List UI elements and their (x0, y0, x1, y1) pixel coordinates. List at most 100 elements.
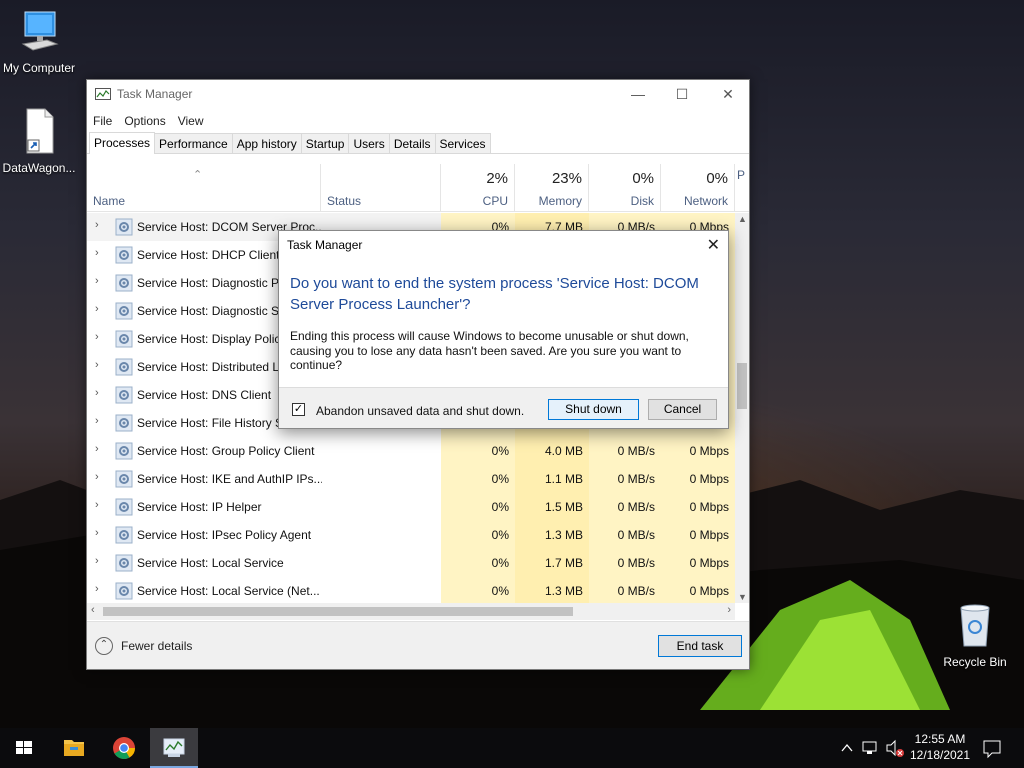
service-gear-icon (115, 442, 133, 460)
horizontal-scrollbar[interactable]: ‹ › (87, 603, 735, 620)
column-header-network[interactable]: 0% Network (661, 164, 735, 212)
table-row[interactable]: › Service Host: Local Service (Net... 0% 1.… (87, 577, 735, 603)
windows-logo-icon (16, 741, 32, 754)
scroll-left-icon[interactable]: ‹ (91, 604, 95, 616)
dialog-message: Ending this process will cause Windows t… (290, 329, 689, 372)
table-row[interactable]: › Service Host: Local Service 0% 1.7 MB 0 MB… (87, 549, 735, 577)
expand-chevron-icon[interactable]: › (95, 219, 99, 231)
column-header-status[interactable]: Status (321, 164, 441, 212)
folder-icon (64, 740, 84, 756)
service-gear-icon (115, 526, 133, 544)
chevron-up-icon (841, 743, 853, 752)
task-manager-taskbar-button[interactable] (150, 728, 198, 768)
desktop-icon-my-computer[interactable]: My Computer (0, 10, 81, 75)
service-gear-icon (115, 414, 133, 432)
tab-app-history[interactable]: App history (231, 133, 302, 153)
process-name: Service Host: IPsec Policy Agent (137, 528, 312, 542)
expand-chevron-icon[interactable]: › (95, 499, 99, 511)
system-clock[interactable]: 12:55 AM 12/18/2021 (905, 731, 975, 763)
tab-processes[interactable]: Processes (89, 132, 156, 154)
notifications-button[interactable] (980, 728, 1004, 768)
tab-details[interactable]: Details (388, 133, 436, 153)
expand-chevron-icon[interactable]: › (95, 443, 99, 455)
expand-chevron-icon[interactable]: › (95, 583, 99, 595)
chrome-button[interactable] (100, 728, 148, 768)
process-name: Service Host: Local Service (Net... (137, 584, 320, 598)
cpu-total-percent: 2% (486, 170, 508, 187)
service-gear-icon (115, 470, 133, 488)
scroll-up-icon[interactable]: ▲ (738, 214, 747, 224)
expand-chevron-icon[interactable]: › (95, 331, 99, 343)
abandon-data-checkbox[interactable]: ✓ (292, 403, 305, 416)
process-name: Service Host: Group Policy Client (137, 444, 315, 458)
column-label-network: Network (683, 194, 728, 208)
disk-cell: 0 MB/s (589, 521, 661, 549)
vertical-scroll-thumb[interactable] (737, 363, 747, 409)
expand-chevron-icon[interactable]: › (95, 247, 99, 259)
column-label-power-partial: P (737, 168, 746, 182)
file-explorer-button[interactable] (50, 728, 98, 768)
cancel-button[interactable]: Cancel (648, 399, 717, 420)
collapse-chevron-icon[interactable]: ⌃ (95, 637, 113, 655)
expand-chevron-icon[interactable]: › (95, 275, 99, 287)
volume-tray-button[interactable] (884, 728, 906, 768)
maximize-button[interactable]: ☐ (659, 80, 705, 110)
column-header-name[interactable]: ⌃ Name (87, 164, 321, 212)
expand-chevron-icon[interactable]: › (95, 527, 99, 539)
table-row[interactable]: › Service Host: Group Policy Client 0% 4.0 … (87, 437, 735, 465)
desktop-icon-label: My Computer (2, 61, 76, 75)
column-header-cpu[interactable]: 2% CPU (441, 164, 515, 212)
network-tray-button[interactable] (860, 728, 882, 768)
fewer-details-link[interactable]: Fewer details (121, 639, 192, 653)
scroll-right-icon[interactable]: › (727, 604, 731, 616)
dialog-close-icon[interactable]: ✕ (707, 235, 720, 255)
tab-performance[interactable]: Performance (154, 133, 233, 153)
tab-services[interactable]: Services (434, 133, 491, 153)
desktop-icon-recycle-bin[interactable]: Recycle Bin (933, 604, 1017, 669)
column-header-power[interactable]: P (735, 164, 749, 212)
menu-options[interactable]: Options (124, 114, 165, 128)
chrome-icon (113, 737, 135, 759)
column-label-cpu: CPU (482, 194, 508, 208)
column-label-memory: Memory (538, 194, 582, 208)
dialog-footer: ✓ Abandon unsaved data and shut down. Sh… (279, 387, 728, 428)
volume-muted-icon (886, 739, 904, 757)
table-row[interactable]: › Service Host: IPsec Policy Agent 0% 1.3 M… (87, 521, 735, 549)
task-manager-icon (163, 738, 185, 757)
horizontal-scroll-thumb[interactable] (103, 607, 573, 616)
menu-view[interactable]: View (178, 114, 204, 128)
desktop-icon-label: Recycle Bin (943, 655, 1007, 669)
close-button[interactable]: ✕ (705, 80, 751, 110)
tab-users[interactable]: Users (348, 133, 390, 153)
scroll-down-icon[interactable]: ▼ (738, 592, 747, 602)
process-name: Service Host: IP Helper (137, 500, 262, 514)
notification-icon (983, 740, 1001, 759)
window-titlebar[interactable]: Task Manager — ☐ ✕ (87, 80, 749, 110)
column-header-memory[interactable]: 23% Memory (515, 164, 589, 212)
service-gear-icon (115, 218, 133, 236)
start-button[interactable] (0, 728, 48, 768)
desktop-icon-label: DataWagon... (2, 161, 76, 175)
minimize-button[interactable]: — (615, 80, 661, 110)
service-gear-icon (115, 386, 133, 404)
desktop-icon-datawagon[interactable]: DataWagon... (0, 108, 81, 175)
expand-chevron-icon[interactable]: › (95, 471, 99, 483)
column-header-row: ⌃ Name Status 2% CPU 23% Memory 0% Disk … (87, 164, 749, 212)
show-hidden-icons-button[interactable] (838, 728, 856, 768)
expand-chevron-icon[interactable]: › (95, 303, 99, 315)
expand-chevron-icon[interactable]: › (95, 415, 99, 427)
vertical-scrollbar[interactable]: ▲ ▼ (735, 213, 749, 603)
taskbar: 12:55 AM 12/18/2021 (0, 728, 1024, 768)
shut-down-button[interactable]: Shut down (548, 399, 639, 420)
expand-chevron-icon[interactable]: › (95, 555, 99, 567)
expand-chevron-icon[interactable]: › (95, 387, 99, 399)
column-header-disk[interactable]: 0% Disk (589, 164, 661, 212)
table-row[interactable]: › Service Host: IP Helper 0% 1.5 MB 0 MB/s 0 … (87, 493, 735, 521)
expand-chevron-icon[interactable]: › (95, 359, 99, 371)
checkbox-label[interactable]: Abandon unsaved data and shut down. (316, 404, 524, 418)
table-row[interactable]: › Service Host: IKE and AuthIP IPs... 0% 1.… (87, 465, 735, 493)
end-task-button[interactable]: End task (658, 635, 742, 657)
tab-startup[interactable]: Startup (300, 133, 350, 153)
network-icon (862, 741, 877, 754)
menu-file[interactable]: File (93, 114, 112, 128)
